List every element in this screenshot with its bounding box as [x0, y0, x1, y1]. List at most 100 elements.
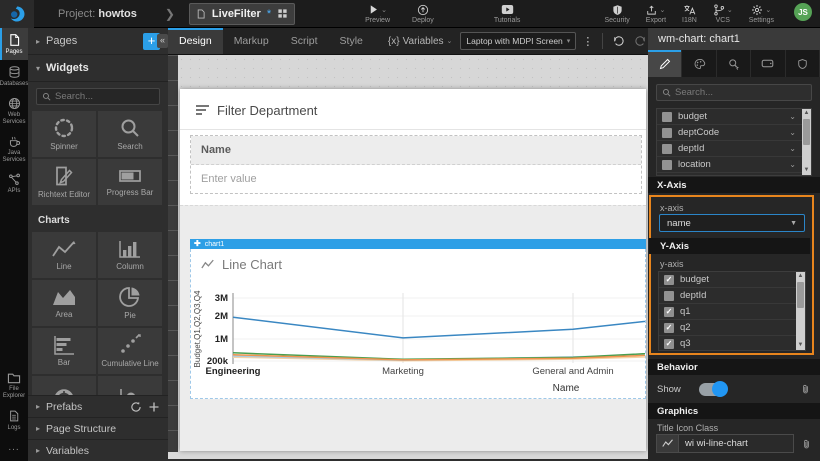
grid-view-icon[interactable]: [277, 8, 288, 19]
name-input-field[interactable]: Enter value: [191, 165, 641, 193]
widget-tile-richtext-editor[interactable]: Richtext Editor: [32, 159, 96, 205]
livefilter-form[interactable]: Name Enter value: [190, 135, 642, 194]
variables-button[interactable]: {x} Variables ⌄: [388, 28, 453, 54]
widget-tile-progress-bar[interactable]: Progress Bar: [98, 159, 162, 205]
title-icon-class-input[interactable]: wi wi-line-chart: [678, 434, 794, 453]
widget-tile-line[interactable]: Line: [32, 232, 96, 278]
widget-tile-column[interactable]: Column: [98, 232, 162, 278]
field-row-location[interactable]: location⌄: [657, 157, 811, 173]
tab-script[interactable]: Script: [280, 28, 329, 54]
rail-more-button[interactable]: ...: [0, 436, 28, 461]
widget-search-input[interactable]: Search...: [36, 88, 160, 105]
page-tab-livefilter[interactable]: LiveFilter *: [189, 3, 295, 25]
rail-item-logs[interactable]: Logs: [0, 404, 28, 436]
property-search-input[interactable]: Search...: [656, 84, 812, 101]
security-button[interactable]: Security: [605, 3, 630, 24]
field-row-deptcode[interactable]: deptCode⌄: [657, 125, 811, 141]
move-handle-icon[interactable]: ✚: [194, 240, 201, 248]
rail-item-web-services[interactable]: Web Services: [0, 92, 28, 130]
checkbox[interactable]: [662, 144, 672, 154]
tab-design[interactable]: Design: [168, 28, 223, 54]
widget-tile-cumulative-line[interactable]: Cumulative Line: [98, 328, 162, 374]
settings-button[interactable]: ⌄ Settings: [749, 3, 774, 24]
tab-events[interactable]: [717, 50, 751, 77]
checkbox[interactable]: [662, 128, 672, 138]
undo-button[interactable]: [612, 35, 625, 47]
chevron-down-icon[interactable]: ⌄: [789, 112, 796, 121]
section-variables[interactable]: ▸Variables: [28, 439, 168, 461]
checkbox[interactable]: [662, 112, 672, 122]
shield-outline-icon: [797, 58, 808, 70]
list-scrollbar[interactable]: ▲▼: [796, 272, 805, 350]
device-select[interactable]: Laptop with MDPI Screen ▾: [460, 32, 576, 50]
scroll-down-arrow[interactable]: ▼: [802, 166, 811, 175]
y-axis-option-q3[interactable]: ✓q3: [659, 336, 805, 351]
checkbox[interactable]: [662, 176, 672, 177]
checkbox-checked[interactable]: ✓: [664, 323, 674, 333]
scroll-down-arrow[interactable]: ▼: [796, 341, 805, 350]
chevron-down-icon[interactable]: ⌄: [789, 128, 796, 137]
tab-properties[interactable]: [648, 50, 682, 77]
preview-button[interactable]: ⌄ Preview: [365, 3, 390, 24]
tab-style[interactable]: Style: [329, 28, 374, 54]
x-axis-select[interactable]: name ▼: [659, 214, 805, 232]
widget-tile-pie[interactable]: Pie: [98, 280, 162, 326]
checkbox[interactable]: [664, 291, 674, 301]
deploy-button[interactable]: Deploy: [412, 3, 434, 24]
scroll-up-arrow[interactable]: ▲: [802, 109, 811, 118]
field-row-budget[interactable]: budget⌄: [657, 109, 811, 125]
rail-item-pages[interactable]: Pages: [0, 28, 28, 60]
tutorials-button[interactable]: Tutorials: [494, 3, 521, 24]
collapse-panel-button[interactable]: «: [157, 34, 168, 48]
line-chart-widget-body[interactable]: Line Chart 200k1M2M3MBudget,Q1,Q2,Q3,Q4E…: [190, 249, 646, 399]
field-row-deptid[interactable]: deptId⌄: [657, 141, 811, 157]
checkbox-checked[interactable]: ✓: [664, 275, 674, 285]
vcs-button[interactable]: ⌄ VCS: [713, 3, 733, 24]
checkbox-checked[interactable]: ✓: [664, 339, 674, 349]
refresh-icon[interactable]: [130, 401, 142, 413]
tab-security[interactable]: [786, 50, 820, 77]
checkbox[interactable]: [662, 160, 672, 170]
chart-widget[interactable]: ✚ chart1 Line Chart 200k1M2M3MBudget,Q1,…: [190, 239, 646, 399]
i18n-button[interactable]: I18N: [682, 3, 697, 24]
section-prefabs[interactable]: ▸Prefabs: [28, 395, 168, 417]
chevron-down-icon: ⌄: [447, 37, 453, 45]
list-scrollbar[interactable]: ▲▼: [802, 109, 811, 175]
widget-tile-search[interactable]: Search: [98, 111, 162, 157]
wavemaker-logo[interactable]: [0, 0, 34, 28]
scroll-up-arrow[interactable]: ▲: [796, 272, 805, 281]
filter-department-header[interactable]: Filter Department: [180, 89, 646, 130]
collapsed-arrow-icon: ▸: [36, 424, 40, 433]
chevron-down-icon[interactable]: ⌄: [789, 160, 796, 169]
checkbox-checked[interactable]: ✓: [664, 307, 674, 317]
bind-property-icon[interactable]: [800, 383, 811, 395]
widget-selection-bar[interactable]: ✚ chart1: [190, 239, 646, 249]
pages-section-header[interactable]: ▸ Pages +: [28, 28, 168, 55]
widgets-section-header[interactable]: ▾ Widgets: [28, 55, 168, 82]
rail-item-file-explorer[interactable]: File Explorer: [0, 367, 28, 404]
export-button[interactable]: ⌄ Export: [646, 3, 666, 24]
y-axis-option-q1[interactable]: ✓q1: [659, 304, 805, 320]
tab-devices[interactable]: [751, 50, 785, 77]
widget-tile-area[interactable]: Area: [32, 280, 96, 326]
tab-markup[interactable]: Markup: [223, 28, 280, 54]
rail-item-apis[interactable]: APIs: [0, 168, 28, 199]
section-page-structure[interactable]: ▸Page Structure: [28, 417, 168, 439]
more-options-icon[interactable]: ⋮: [582, 35, 593, 48]
tab-styles[interactable]: [682, 50, 716, 77]
user-avatar[interactable]: JS: [794, 3, 812, 21]
chevron-down-icon[interactable]: ⌄: [789, 144, 796, 153]
plus-icon[interactable]: [148, 401, 160, 413]
field-row-name[interactable]: name⌄: [657, 173, 811, 176]
page-canvas[interactable]: Filter Department Name Enter value ✚ cha…: [180, 89, 646, 451]
widget-tile-spinner[interactable]: Spinner: [32, 111, 96, 157]
redo-button[interactable]: [634, 35, 647, 47]
show-toggle[interactable]: [699, 383, 727, 396]
widget-tile-bar[interactable]: Bar: [32, 328, 96, 374]
y-axis-option-budget[interactable]: ✓budget: [659, 272, 805, 288]
y-axis-option-q2[interactable]: ✓q2: [659, 320, 805, 336]
y-axis-option-deptid[interactable]: deptId: [659, 288, 805, 304]
rail-item-java-services[interactable]: Java Services: [0, 130, 28, 168]
bind-property-icon[interactable]: [801, 438, 812, 450]
rail-item-databases[interactable]: Databases: [0, 60, 28, 92]
